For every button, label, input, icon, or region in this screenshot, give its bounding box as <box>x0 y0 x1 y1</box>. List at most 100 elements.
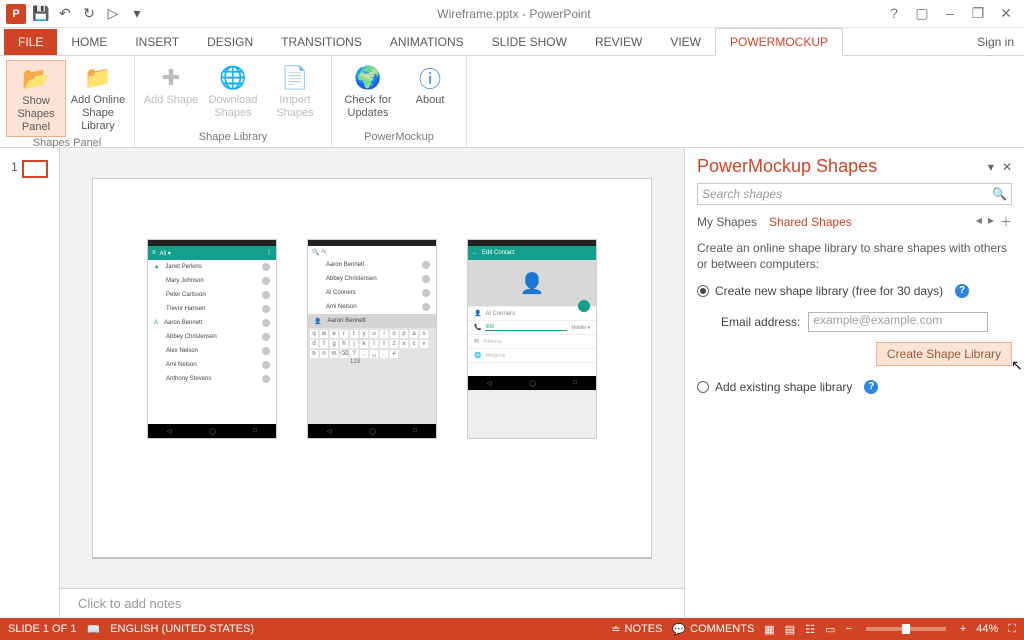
key: g <box>330 340 338 348</box>
key: t <box>350 330 358 338</box>
contact-row: Trevor Hansen <box>148 302 276 316</box>
search-input-mock: A| <box>321 249 327 255</box>
add-online-library-button[interactable]: 📁 Add Online Shape Library <box>68 60 128 137</box>
search-placeholder: Search shapes <box>702 187 782 201</box>
minimize-icon[interactable]: – <box>938 5 962 22</box>
contact-row: ★Janet Perkins <box>148 260 276 274</box>
show-shapes-panel-button[interactable]: 📂 Show Shapes Panel <box>6 60 66 137</box>
contact-row: AAaron Bennett <box>148 316 276 330</box>
thumb-number: 1 <box>11 160 18 174</box>
tab-review[interactable]: REVIEW <box>581 29 656 55</box>
key: y <box>360 330 368 338</box>
check-updates-button[interactable]: 🌍 Check for Updates <box>338 60 398 131</box>
add-shape-button: ✚ Add Shape <box>141 60 201 131</box>
view-sorter-icon[interactable]: ▤ <box>785 623 795 636</box>
panel-options-icon[interactable]: ▾ <box>988 160 994 174</box>
tab-home[interactable]: HOME <box>57 29 121 55</box>
key: s <box>420 330 428 338</box>
tab-insert[interactable]: INSERT <box>121 29 193 55</box>
panel-description: Create an online shape library to share … <box>697 240 1012 272</box>
ribbon-display-icon[interactable]: ▢ <box>910 5 934 22</box>
refresh-globe-icon: 🌍 <box>352 62 384 94</box>
mockup-contacts-list: ≡All ▾⠇ ★Janet PerkinsMary JohnsonPeter … <box>147 239 277 439</box>
contact-row: Aaron Bennett <box>308 258 436 272</box>
qat-more-icon[interactable]: ▾ <box>128 5 146 23</box>
key: ⌫ <box>340 350 348 358</box>
contact-row: Mary Johnson <box>148 274 276 288</box>
download-shapes-label: Download Shapes <box>205 94 261 120</box>
radio-on-icon <box>697 285 709 297</box>
create-shape-library-button[interactable]: Create Shape Library ↖ <box>876 342 1012 366</box>
add-tab-icon[interactable]: ＋ <box>1000 213 1012 230</box>
view-normal-icon[interactable]: ▦ <box>764 623 774 636</box>
qat-redo-icon[interactable]: ↻ <box>80 5 98 23</box>
status-spellcheck-icon[interactable]: 📖 <box>86 623 100 636</box>
tab-view[interactable]: VIEW <box>656 29 715 55</box>
status-language[interactable]: ENGLISH (UNITED STATES) <box>110 623 254 635</box>
zoom-slider[interactable] <box>866 627 946 631</box>
zoom-level[interactable]: 44% <box>976 623 998 635</box>
tab-slideshow[interactable]: SLIDE SHOW <box>478 29 581 55</box>
zoom-in-icon[interactable]: + <box>960 623 966 635</box>
slide-thumbnail-panel: 1 <box>0 148 60 618</box>
help-icon[interactable]: ? <box>882 5 906 22</box>
tab-animations[interactable]: ANIMATIONS <box>376 29 478 55</box>
zoom-out-icon[interactable]: − <box>845 623 851 635</box>
panel-close-icon[interactable]: ✕ <box>1002 160 1012 174</box>
email-input[interactable]: example@example.com <box>808 312 988 332</box>
view-slideshow-icon[interactable]: ▭ <box>825 623 835 636</box>
create-btn-label: Create Shape Library <box>887 347 1001 361</box>
key: z <box>390 340 398 348</box>
qat-undo-icon[interactable]: ↶ <box>56 5 74 23</box>
fit-to-window-icon[interactable]: ⛶ <box>1008 623 1016 636</box>
help-create-icon[interactable]: ? <box>955 284 969 298</box>
notes-pane[interactable]: Click to add notes <box>60 588 684 618</box>
about-label: About <box>416 94 445 120</box>
qat-save-icon[interactable]: 💾 <box>32 5 50 23</box>
tab-my-shapes[interactable]: My Shapes <box>697 215 757 229</box>
add-online-label: Add Online Shape Library <box>70 94 126 133</box>
mockup-edit-contact: ←Edit Contact 👤 👤Al Conners 📞609Mobile ▾… <box>467 239 597 439</box>
prev-tab-icon[interactable]: ◂ <box>976 213 982 230</box>
tab-shared-shapes[interactable]: Shared Shapes <box>769 215 852 229</box>
tab-transitions[interactable]: TRANSITIONS <box>267 29 376 55</box>
qat-slideshow-icon[interactable]: ▷ <box>104 5 122 23</box>
key: b <box>310 350 318 358</box>
search-shapes-input[interactable]: Search shapes 🔍 <box>697 183 1012 205</box>
next-tab-icon[interactable]: ▸ <box>988 213 994 230</box>
key: j <box>350 340 358 348</box>
search-icon[interactable]: 🔍 <box>992 187 1007 201</box>
tab-powermockup[interactable]: POWERMOCKUP <box>715 28 843 56</box>
key: h <box>340 340 348 348</box>
view-reading-icon[interactable]: ☷ <box>805 623 815 636</box>
thumb-slide-1[interactable] <box>22 160 48 178</box>
contact-row: Ami Nelson <box>148 358 276 372</box>
radio-create-new[interactable]: Create new shape library (free for 30 da… <box>697 284 969 298</box>
close-icon[interactable]: ✕ <box>994 5 1018 22</box>
key: w <box>320 330 328 338</box>
folder-plus-icon: 📁 <box>82 62 114 94</box>
mockup-search-keyboard: 🔍 A| Aaron BennettAbbey ChristensenAl Co… <box>307 239 437 439</box>
status-comments-button[interactable]: 💬 COMMENTS <box>672 623 754 636</box>
help-add-icon[interactable]: ? <box>864 380 878 394</box>
signin-link[interactable]: Sign in <box>977 35 1014 49</box>
about-button[interactable]: ⓘ About <box>400 60 460 131</box>
key: p <box>400 330 408 338</box>
restore-icon[interactable]: ❐ <box>966 5 990 22</box>
status-notes-button[interactable]: ≐ NOTES <box>611 623 662 636</box>
tab-file[interactable]: FILE <box>4 29 57 55</box>
key: v <box>420 340 428 348</box>
contact-row: Ami Nelson <box>308 300 436 314</box>
slide-canvas[interactable]: ≡All ▾⠇ ★Janet PerkinsMary JohnsonPeter … <box>60 148 684 588</box>
import-shapes-button: 📄 Import Shapes <box>265 60 325 131</box>
contact-row: Abbey Christensen <box>148 330 276 344</box>
window-title: Wireframe.pptx - PowerPoint <box>152 7 876 21</box>
radio-add-existing[interactable]: Add existing shape library ? <box>697 380 878 394</box>
import-shapes-label: Import Shapes <box>267 94 323 120</box>
folder-open-icon: 📂 <box>20 63 52 95</box>
info-icon: ⓘ <box>414 62 446 94</box>
key: , <box>360 350 368 358</box>
tab-design[interactable]: DESIGN <box>193 29 267 55</box>
check-updates-label: Check for Updates <box>340 94 396 120</box>
app-logo: P <box>6 4 26 24</box>
